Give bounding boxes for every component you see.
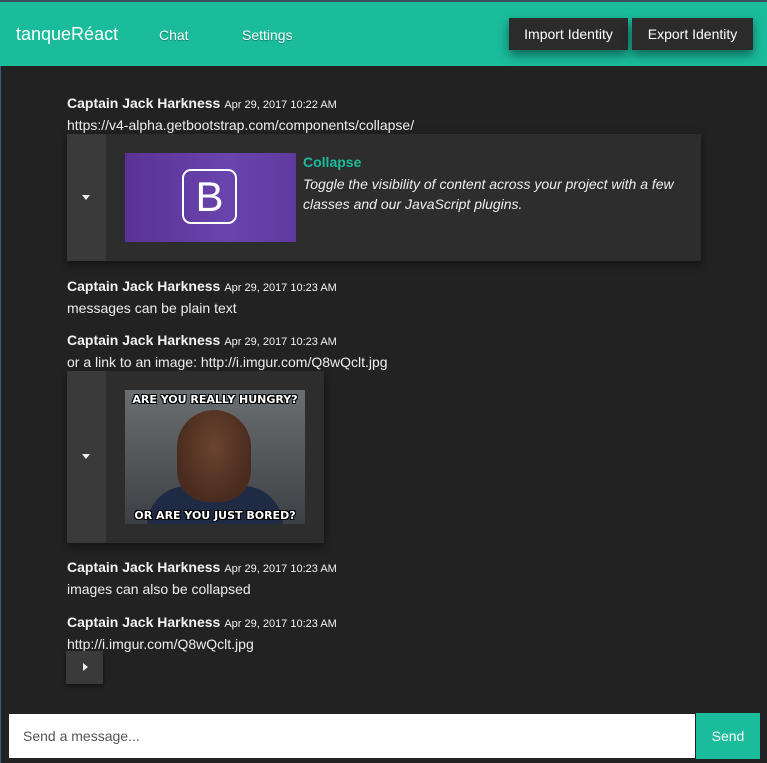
message-text: messages can be plain text xyxy=(67,300,237,316)
left-edge-divider xyxy=(0,66,1,763)
message-author: Captain Jack Harkness xyxy=(67,559,221,575)
image-preview-card: ARE YOU REALLY HUNGRY? OR ARE YOU JUST B… xyxy=(67,371,324,543)
message: Captain Jack Harkness Apr 29, 2017 10:23 … xyxy=(67,278,337,316)
message-input[interactable] xyxy=(9,714,695,758)
preview-description: Toggle the visibility of content across … xyxy=(303,176,674,212)
message-timestamp: Apr 29, 2017 10:23 AM xyxy=(224,618,337,630)
message-timestamp: Apr 29, 2017 10:23 AM xyxy=(224,282,337,294)
meme-image: ARE YOU REALLY HUNGRY? OR ARE YOU JUST B… xyxy=(125,390,305,524)
message-timestamp: Apr 29, 2017 10:23 AM xyxy=(224,336,337,348)
caret-right-icon xyxy=(83,663,88,671)
link-preview-card: B Collapse Toggle the visibility of cont… xyxy=(67,134,701,261)
message-timestamp: Apr 29, 2017 10:22 AM xyxy=(224,99,337,111)
message-author: Captain Jack Harkness xyxy=(67,278,221,294)
meme-bottom-caption: OR ARE YOU JUST BORED? xyxy=(134,509,296,522)
nav-settings-link[interactable]: Settings xyxy=(242,27,293,43)
send-button[interactable]: Send xyxy=(696,713,760,759)
export-identity-button[interactable]: Export Identity xyxy=(632,18,753,50)
message: Captain Jack Harkness Apr 29, 2017 10:23 … xyxy=(67,559,337,597)
message-author: Captain Jack Harkness xyxy=(67,614,221,630)
preview-title-link[interactable]: Collapse xyxy=(303,154,361,170)
message-composer xyxy=(9,714,695,758)
caret-down-icon xyxy=(82,195,90,200)
expand-image-button[interactable] xyxy=(66,651,103,684)
message: Captain Jack Harkness Apr 29, 2017 10:22 … xyxy=(67,95,414,133)
message-author: Captain Jack Harkness xyxy=(67,332,221,348)
message-text-link[interactable]: https://v4-alpha.getbootstrap.com/compon… xyxy=(67,117,414,133)
message: Captain Jack Harkness Apr 29, 2017 10:23 … xyxy=(67,332,388,370)
import-identity-button[interactable]: Import Identity xyxy=(509,18,628,50)
app-brand[interactable]: tanqueRéact xyxy=(16,24,118,45)
message-text: images can also be collapsed xyxy=(67,581,251,597)
preview-collapse-toggle[interactable] xyxy=(67,134,106,261)
meme-top-caption: ARE YOU REALLY HUNGRY? xyxy=(132,393,298,406)
caret-down-icon xyxy=(82,454,90,459)
meme-face-shape xyxy=(177,410,251,502)
image-collapse-toggle[interactable] xyxy=(67,371,106,543)
message-text: or a link to an image: http://i.imgur.co… xyxy=(67,354,388,370)
nav-chat-link[interactable]: Chat xyxy=(159,27,189,43)
message-timestamp: Apr 29, 2017 10:23 AM xyxy=(224,563,337,575)
message-text-link[interactable]: http://i.imgur.com/Q8wQclt.jpg xyxy=(67,636,337,652)
bootstrap-thumbnail: B xyxy=(125,153,296,242)
top-navbar: tanqueRéact Chat Settings Import Identit… xyxy=(0,0,767,66)
message-author: Captain Jack Harkness xyxy=(67,95,221,111)
message: Captain Jack Harkness Apr 29, 2017 10:23 … xyxy=(67,614,337,652)
bootstrap-logo: B xyxy=(182,169,237,224)
